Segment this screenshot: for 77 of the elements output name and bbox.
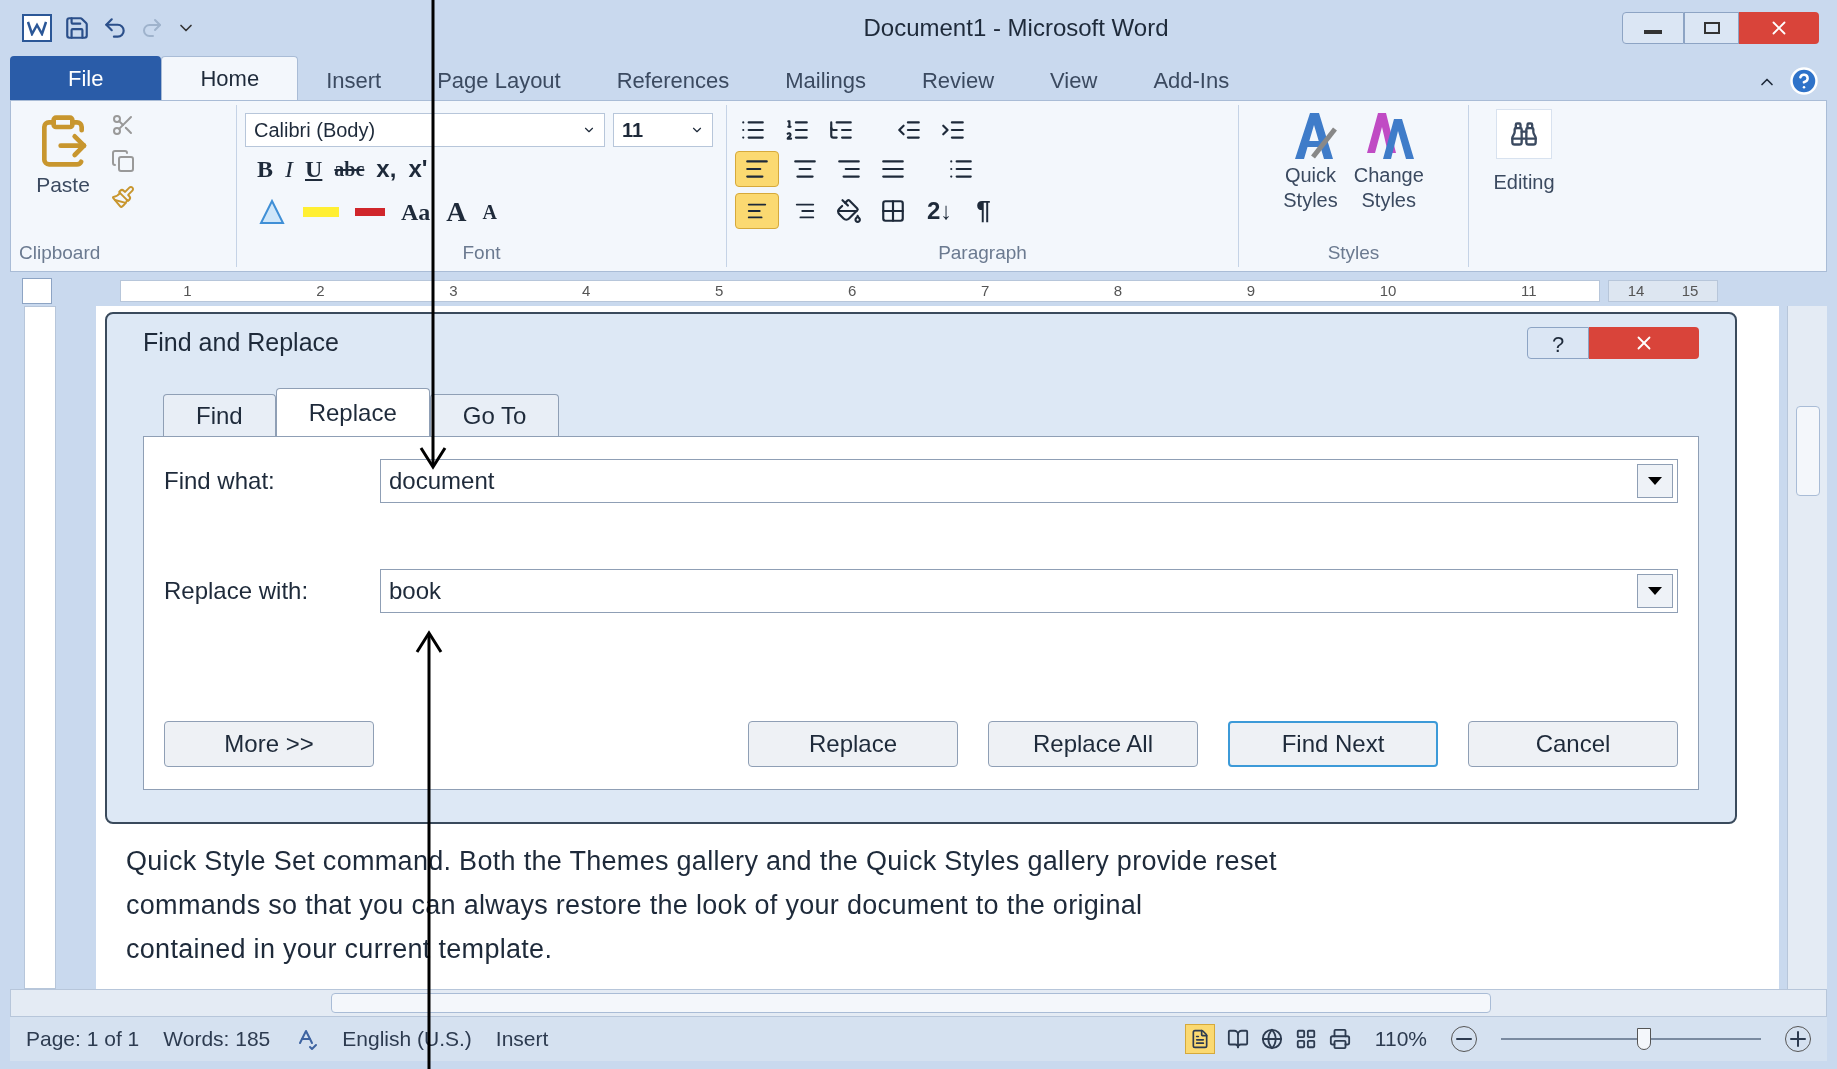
italic-button[interactable]: I: [285, 151, 293, 187]
dropdown-icon[interactable]: [1637, 574, 1673, 608]
font-color-icon[interactable]: [355, 208, 385, 216]
show-marks-button[interactable]: ¶: [968, 191, 999, 230]
font-size-field[interactable]: 11: [613, 113, 713, 147]
zoom-slider[interactable]: [1501, 1026, 1761, 1052]
undo-icon[interactable]: [102, 15, 128, 41]
zoom-thumb[interactable]: [1637, 1028, 1651, 1050]
dialog-title: Find and Replace: [143, 327, 339, 359]
superscript-button[interactable]: x': [408, 151, 428, 187]
strikethrough-button[interactable]: abc: [334, 154, 365, 184]
subscript-button[interactable]: x,: [376, 151, 397, 187]
help-icon[interactable]: [1789, 66, 1819, 96]
maximize-icon: [1703, 22, 1720, 34]
dropdown-icon[interactable]: [1637, 464, 1673, 498]
shrink-font-button[interactable]: A: [482, 197, 498, 227]
font-name-field[interactable]: Calibri (Body): [245, 113, 605, 147]
draft-icon[interactable]: [1328, 1028, 1351, 1050]
insert-mode[interactable]: Insert: [495, 1023, 549, 1055]
minimize-button[interactable]: [1622, 12, 1684, 44]
zoom-level[interactable]: 110%: [1374, 1023, 1427, 1055]
group-label: Styles: [1326, 240, 1381, 265]
reading-icon[interactable]: [1226, 1028, 1249, 1050]
maximize-button[interactable]: [1684, 12, 1739, 44]
copy-icon[interactable]: [111, 149, 135, 173]
dialog-button[interactable]: Cancel: [1468, 721, 1678, 767]
binoculars-icon: [1510, 120, 1538, 148]
vertical-scrollbar[interactable]: [1787, 306, 1827, 989]
text-field[interactable]: book: [380, 569, 1678, 613]
window-title: Document1 - Microsoft Word: [862, 13, 1170, 43]
ribbon-tab[interactable]: Page Layout: [409, 60, 589, 100]
change-case-button[interactable]: Aa: [401, 194, 431, 230]
text-field[interactable]: document: [380, 459, 1678, 503]
change-styles-button[interactable]: Change Styles: [1353, 109, 1424, 213]
ribbon-tab[interactable]: Review: [893, 60, 1023, 100]
bold-button[interactable]: B: [257, 151, 273, 187]
page-count[interactable]: Page: 1 of 1: [26, 1023, 140, 1055]
ribbon-tab[interactable]: View: [1022, 60, 1126, 100]
ribbon-tab[interactable]: References: [588, 60, 758, 100]
horizontal-ruler: 1 2 3 4 5 6 7 8 9 10 11: [120, 280, 1600, 302]
group-label: Font: [461, 240, 502, 265]
dialog-tab[interactable]: Go To: [429, 394, 560, 436]
group-label: Clipboard: [19, 240, 102, 265]
text-effects-icon[interactable]: [257, 197, 287, 227]
dialog-tab[interactable]: Find: [163, 394, 276, 436]
align-left-button[interactable]: [735, 151, 779, 187]
paste-button[interactable]: Paste: [35, 105, 91, 239]
dialog-button[interactable]: Replace: [748, 721, 958, 767]
field-label: Find what:: [164, 466, 276, 496]
cut-icon[interactable]: [111, 113, 135, 137]
word-logo-icon: [22, 14, 52, 42]
quick-styles-button[interactable]: Quick Styles: [1283, 109, 1338, 213]
grow-font-button[interactable]: A: [446, 191, 467, 233]
help-button[interactable]: ?: [1527, 327, 1589, 359]
save-icon[interactable]: [64, 15, 90, 41]
ribbon-tab[interactable]: File: [10, 56, 162, 100]
group-label: Paragraph: [937, 240, 1028, 265]
more-button[interactable]: More >>: [164, 721, 374, 767]
underline-button[interactable]: U: [305, 151, 323, 187]
ribbon-tab[interactable]: Insert: [298, 60, 410, 100]
print-layout-icon[interactable]: [1184, 1024, 1215, 1054]
left-to-right-button[interactable]: [735, 192, 779, 229]
web-layout-icon[interactable]: [1260, 1028, 1283, 1050]
ribbon-tab[interactable]: Add-Ins: [1125, 60, 1258, 100]
tab-selector-icon[interactable]: [22, 278, 52, 304]
ribbon-tab[interactable]: Home: [161, 56, 299, 100]
minimize-icon: [1644, 30, 1662, 34]
horizontal-scrollbar[interactable]: [10, 989, 1827, 1017]
word-count[interactable]: Words: 185: [163, 1023, 271, 1055]
dialog-tab[interactable]: Replace: [275, 388, 430, 436]
horizontal-ruler: 14 15: [1608, 280, 1718, 302]
sort-button[interactable]: 2↓: [919, 192, 961, 229]
dialog-button[interactable]: Replace All: [988, 721, 1198, 767]
field-label: Replace with:: [164, 576, 310, 606]
dialog-button[interactable]: Find Next: [1228, 721, 1438, 767]
outline-icon[interactable]: [1294, 1028, 1317, 1050]
ribbon-tab[interactable]: Mailings: [757, 60, 894, 100]
